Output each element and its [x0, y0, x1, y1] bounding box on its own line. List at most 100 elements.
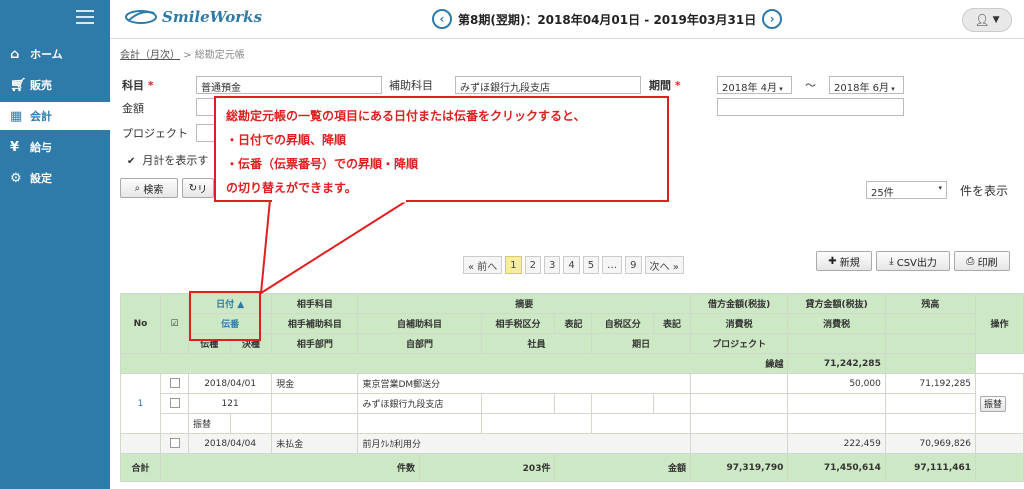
reset-button[interactable]: ↻ リ — [182, 178, 214, 198]
project-label: プロジェクト — [122, 127, 188, 140]
hojo-field[interactable]: みずほ銀行九段支店 — [455, 76, 641, 94]
kurikoshi-label: 繰越 — [119, 353, 789, 374]
row-denban: 121 — [187, 393, 273, 414]
furikae-button[interactable]: 振替 — [980, 395, 1007, 412]
next-period-button[interactable]: › — [762, 9, 783, 29]
header-shohi: 消費税 — [689, 313, 789, 334]
table-row: 繰越 71,242,285 — [119, 353, 1024, 374]
header-blank — [884, 313, 977, 334]
row-jihojo: みずほ銀行九段支店 — [357, 393, 482, 414]
breadcrumb-current: 総勘定元帳 — [194, 50, 245, 61]
cart-icon: 🛒︎ — [10, 77, 27, 93]
breadcrumb-parent[interactable]: 会計（月次） — [120, 50, 180, 61]
row-aite: 現金 — [271, 373, 359, 394]
caret-down-icon: ▾ — [889, 85, 895, 93]
header-no: No — [120, 293, 161, 354]
sidebar-item-label: 販売 — [30, 79, 52, 92]
sidebar-item-label: ホーム — [30, 48, 63, 61]
user-menu-button[interactable]: 👤︎ ▼ — [962, 8, 1012, 32]
callout-line: 総勘定元帳の一覧の項目にある日付または伝番をクリックすると、 — [226, 109, 586, 123]
sidebar-item-payroll[interactable]: ¥ 給与 — [0, 133, 110, 161]
app-logo-text: SmileWorks — [162, 8, 263, 26]
page-1[interactable]: 1 — [505, 256, 522, 274]
total-row: 合計 件数 203件 金額 97,319,790 71,450,614 97,1… — [120, 453, 1024, 482]
new-button[interactable]: ✚ 新規 — [816, 251, 872, 271]
period-from-select[interactable]: 2018年 4月 ▾ — [717, 76, 792, 94]
header-kashi: 貸方金額(税抜) — [787, 293, 886, 314]
sidebar-item-home[interactable]: ⌂ ホーム — [0, 40, 110, 68]
prev-period-button[interactable]: ‹ — [432, 9, 452, 29]
sidebar-item-accounting[interactable]: ▦ 会計 — [0, 102, 110, 130]
csv-export-button[interactable]: ⤓ CSV出力 — [876, 251, 950, 271]
header-kessan: 決種 — [229, 333, 273, 354]
row-zandaka: 70,969,826 — [884, 433, 977, 454]
prev-page-button[interactable]: « 前へ — [463, 256, 503, 274]
hojo-label: 補助科目 — [389, 79, 433, 92]
callout-line: の切り替えができます。 — [226, 181, 357, 195]
row-checkbox[interactable] — [169, 378, 180, 389]
period-navigator: ‹ 第8期(翌期)：2018年04月01日 - 2019年03月31日 › — [432, 9, 783, 29]
page-5[interactable]: 5 — [582, 256, 600, 274]
row-zandaka: 71,192,285 — [884, 373, 977, 394]
row-date: 2018/04/01 — [187, 373, 273, 394]
breadcrumb: 会計（月次） > 総勘定元帳 — [120, 46, 245, 61]
project-field[interactable] — [196, 124, 216, 142]
download-icon: ⤓ — [889, 255, 894, 267]
kikan-label: 期間 * — [649, 79, 681, 92]
monthly-option[interactable]: ✔ 月計を表示す — [127, 152, 208, 168]
header-blank — [884, 333, 977, 354]
table-row: 2018/04/04 未払金 前月ｸﾚｶ利用分 222,459 70,969,8… — [120, 433, 1024, 454]
page-9[interactable]: 9 — [625, 256, 642, 274]
header-hyoki: 表記 — [554, 313, 593, 334]
user-icon: 👤︎ — [974, 13, 990, 27]
kamoku-field[interactable]: 普通預金 — [196, 76, 382, 94]
caret-down-icon: ▼ — [992, 15, 1000, 25]
header-sousa: 操作 — [975, 293, 1024, 354]
print-button[interactable]: ⎙ 印刷 — [954, 251, 1010, 271]
sidebar-item-settings[interactable]: ⚙ 設定 — [0, 164, 110, 192]
page-2[interactable]: 2 — [524, 256, 542, 274]
sidebar-item-sales[interactable]: 🛒︎ 販売 — [0, 71, 110, 99]
total-label: 合計 — [120, 453, 161, 482]
caret-down-icon: ▾ — [938, 184, 942, 192]
money-bag-icon: ¥ — [10, 139, 20, 155]
select-all-icon[interactable]: ☑ — [160, 293, 189, 354]
chevron-left-icon: ‹ — [439, 12, 445, 26]
per-page-select[interactable]: 25件 ▾ — [866, 181, 947, 199]
caret-down-icon: ▾ — [777, 85, 783, 93]
callout-line: ・日付での昇順、降順 — [226, 133, 347, 147]
total-kingaku: 97,319,790 — [689, 453, 789, 482]
row-number[interactable]: 1 — [120, 373, 161, 434]
sidebar-item-label: 会計 — [30, 110, 52, 123]
header-hyoki: 表記 — [653, 313, 691, 334]
sort-denban-header[interactable]: 伝番 — [187, 313, 273, 334]
row-checkbox[interactable] — [169, 398, 180, 409]
menu-icon[interactable] — [76, 10, 94, 24]
row-tekiyo: 前月ｸﾚｶ利用分 — [357, 433, 691, 454]
header-blank — [787, 333, 886, 354]
total-zandaka: 97,111,461 — [884, 453, 977, 482]
row-kashi: 50,000 — [787, 373, 886, 394]
row-denshu: 振替 — [188, 413, 231, 434]
total-kensu: 203件 — [418, 453, 556, 482]
search-button[interactable]: ⌕ 検索 — [120, 178, 178, 198]
header-shohi: 消費税 — [787, 313, 886, 334]
row-tekiyo: 東京営業DM郵送分 — [357, 373, 691, 394]
app-logo[interactable]: SmileWorks — [124, 8, 262, 26]
header-denshu: 伝種 — [188, 333, 231, 354]
kingaku-label: 金額 — [122, 102, 144, 115]
extra-field[interactable] — [717, 98, 904, 116]
period-to-select[interactable]: 2018年 6月 ▾ — [829, 76, 904, 94]
kingaku-field[interactable] — [196, 98, 216, 116]
callout-line: ・伝番（伝票番号）での昇順・降順 — [226, 157, 419, 171]
row-kashi: 222,459 — [787, 433, 886, 454]
table-row: 1 2018/04/01 現金 東京営業DM郵送分 50,000 71,192,… — [120, 373, 1024, 434]
header-jihojo: 自補助科目 — [357, 313, 482, 334]
row-checkbox[interactable] — [169, 438, 180, 449]
sidebar-item-label: 設定 — [30, 172, 52, 185]
logo-mark-icon — [125, 10, 157, 24]
page-4[interactable]: 4 — [563, 256, 580, 274]
sort-date-header[interactable]: 日付 ▲ — [187, 293, 273, 314]
next-page-button[interactable]: 次へ » — [644, 256, 684, 274]
page-3[interactable]: 3 — [544, 256, 561, 274]
